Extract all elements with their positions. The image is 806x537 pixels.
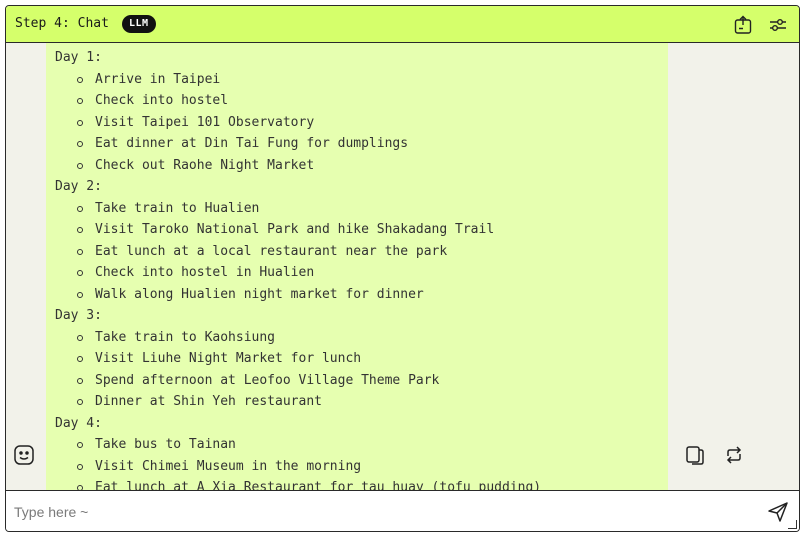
- list-item: Eat lunch at a local restaurant near the…: [55, 241, 541, 263]
- list-item: Dinner at Shin Yeh restaurant: [55, 391, 541, 413]
- list-item: Visit Chimei Museum in the morning: [55, 456, 541, 478]
- list-item: Check into hostel in Hualien: [55, 262, 541, 284]
- message-text: Day 1: Arrive in Taipei Check into hostel V…: [55, 47, 541, 491]
- list-item: Eat dinner at Din Tai Fung for dumplings: [55, 133, 541, 155]
- list-item: Walk along Hualien night market for dinn…: [55, 284, 541, 306]
- list-item: Check out Raohe Night Market: [55, 155, 541, 177]
- chat-panel: Step 4: Chat LLM Day 1: Arrive in Taipei…: [5, 5, 800, 532]
- day-heading: Day 1:: [55, 50, 102, 65]
- day-heading: Day 4:: [55, 415, 102, 431]
- list-item: Visit Taroko National Park and hike Shak…: [55, 219, 541, 241]
- list-item: Eat lunch at A Xia Restaurant for tau hu…: [55, 477, 541, 491]
- chat-area[interactable]: Day 1: Arrive in Taipei Check into hostel V…: [6, 43, 799, 491]
- day-heading: Day 3:: [55, 308, 102, 323]
- panel-title: Step 4: Chat: [15, 16, 109, 31]
- list-item: Visit Liuhe Night Market for lunch: [55, 348, 541, 370]
- send-icon[interactable]: [766, 500, 790, 524]
- export-icon[interactable]: [733, 15, 753, 35]
- list-item: Check into hostel: [55, 90, 541, 112]
- list-item: Take train to Kaohsiung: [55, 327, 541, 349]
- list-item: Take bus to Tainan: [55, 434, 541, 456]
- assistant-message: Day 1: Arrive in Taipei Check into hostel V…: [46, 43, 668, 491]
- list-item: Arrive in Taipei: [55, 69, 541, 91]
- avatar-icon: [13, 444, 35, 466]
- day-heading: Day 2:: [55, 179, 102, 194]
- copy-icon[interactable]: [684, 444, 706, 466]
- message-input-bar: [6, 490, 799, 531]
- list-item: Visit Taipei 101 Observatory: [55, 112, 541, 134]
- settings-sliders-icon[interactable]: [768, 15, 788, 35]
- regenerate-icon[interactable]: [723, 444, 745, 466]
- llm-badge: LLM: [122, 15, 156, 33]
- panel-header: Step 4: Chat LLM: [6, 6, 799, 43]
- message-input[interactable]: [8, 497, 756, 527]
- resize-handle[interactable]: [788, 520, 797, 529]
- list-item: Take train to Hualien: [55, 198, 541, 220]
- list-item: Spend afternoon at Leofoo Village Theme …: [55, 370, 541, 392]
